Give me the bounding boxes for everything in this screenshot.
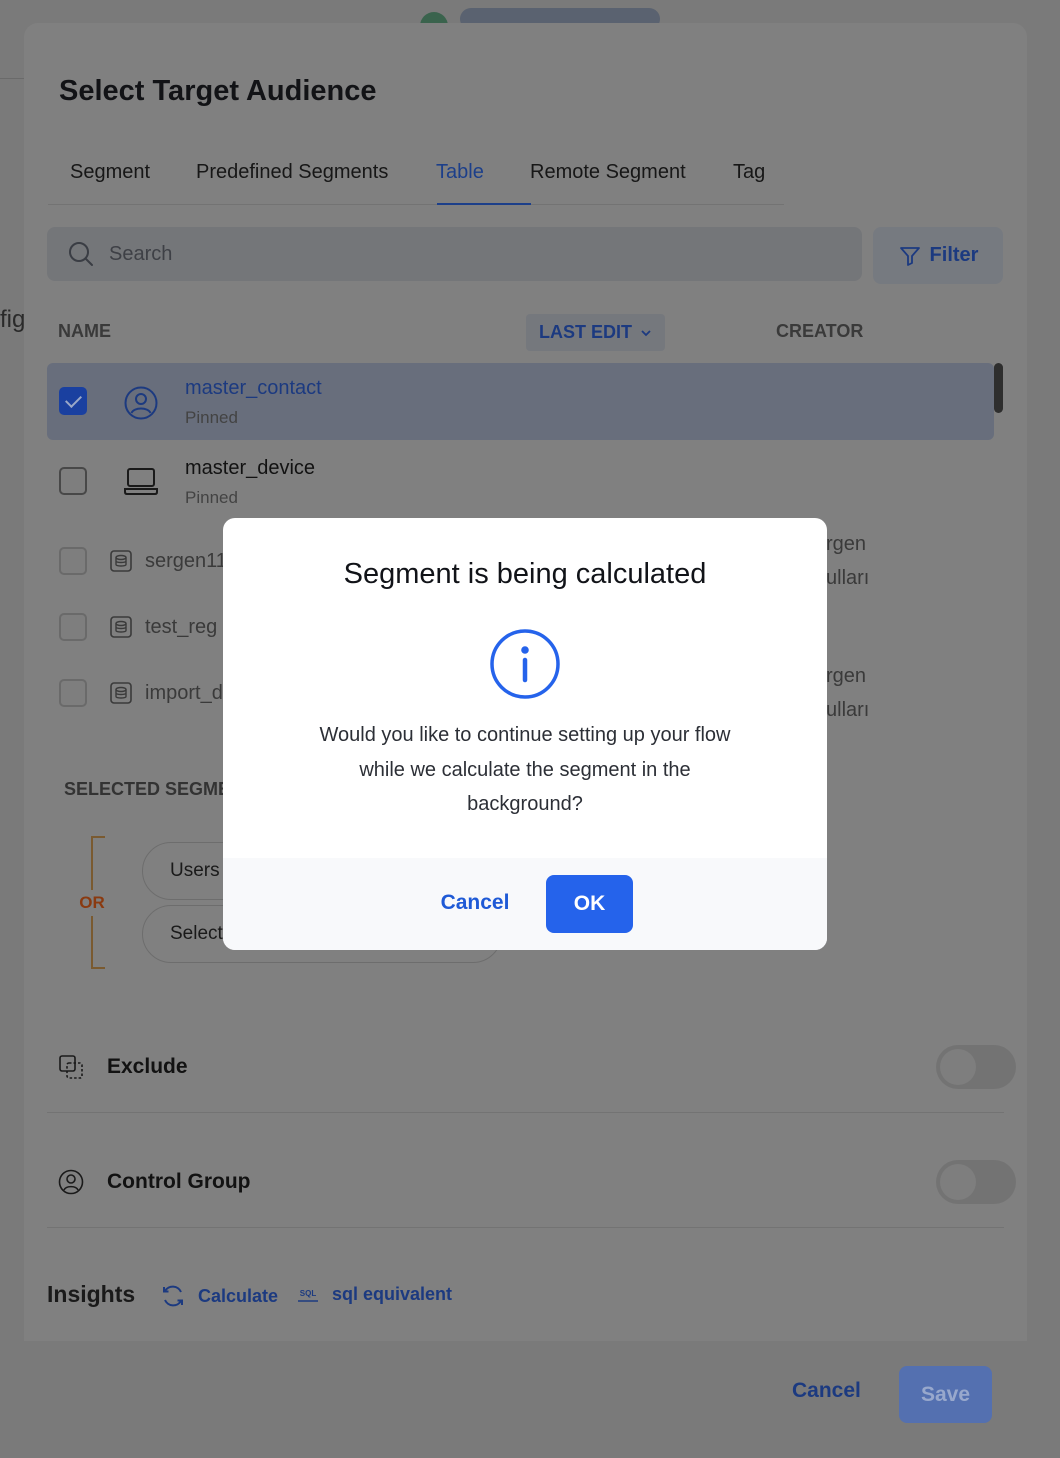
- control-group-row: Control Group: [47, 1138, 1016, 1228]
- funnel-icon: [899, 246, 920, 266]
- exclude-label: Exclude: [107, 1055, 188, 1078]
- selected-segments-heading: SELECTED SEGME: [64, 779, 231, 799]
- dialog-footer: [24, 1341, 1027, 1446]
- row-creator: rgen: [826, 665, 867, 687]
- modal-cancel-button[interactable]: Cancel: [431, 874, 519, 932]
- background-text-fragment: fig: [0, 306, 26, 333]
- tab-tag[interactable]: Tag: [733, 161, 765, 184]
- row-pinned-label: Pinned: [185, 488, 238, 507]
- modal-message: Would you like to continue setting up yo…: [319, 724, 731, 815]
- background-divider: [0, 78, 24, 79]
- control-group-label: Control Group: [107, 1170, 251, 1193]
- cancel-button[interactable]: Cancel: [792, 1379, 861, 1403]
- tab-bar: Segment Predefined Segments Table Remote…: [48, 153, 784, 205]
- tab-segment[interactable]: Segment: [70, 161, 150, 184]
- table-scrollbar[interactable]: [994, 363, 1003, 413]
- modal-title: Segment is being calculated: [343, 558, 707, 590]
- database-icon: [110, 682, 132, 704]
- row-pinned-label: Pinned: [185, 408, 238, 427]
- control-group-toggle[interactable]: [936, 1160, 1016, 1204]
- table-row[interactable]: master_device Pinned: [47, 443, 994, 520]
- refresh-icon: [163, 1285, 183, 1307]
- active-tab-indicator: [437, 203, 531, 205]
- laptop-icon: [124, 468, 158, 495]
- column-header-name[interactable]: NAME: [58, 321, 111, 342]
- calculate-link[interactable]: Calculate: [160, 1283, 278, 1309]
- dialog-title: Select Target Audience: [59, 75, 377, 107]
- sql-icon: SQL: [298, 1289, 318, 1302]
- filter-button[interactable]: Filter: [873, 227, 1003, 284]
- row-creator-line-2: ulları: [826, 567, 870, 589]
- search-icon: [69, 242, 93, 266]
- selected-segment-label: Select: [170, 923, 223, 944]
- sql-icon-text: SQL: [300, 1289, 317, 1298]
- row-name[interactable]: import_d: [145, 682, 223, 705]
- filter-label: Filter: [929, 244, 979, 266]
- modal-footer: [223, 858, 827, 950]
- or-operator[interactable]: OR: [74, 890, 110, 916]
- user-circle-icon: [124, 386, 158, 420]
- segment-calculating-modal: Segment is being calculated Would you li…: [223, 518, 827, 950]
- user-circle-icon: [58, 1169, 84, 1195]
- database-icon: [110, 550, 132, 572]
- row-name[interactable]: master_contact: [185, 377, 322, 400]
- calculate-label: Calculate: [198, 1285, 279, 1306]
- column-header-last-edit[interactable]: LAST EDIT: [526, 314, 665, 351]
- row-creator-line-2: ulları: [826, 699, 870, 721]
- tab-table[interactable]: Table: [436, 161, 484, 184]
- row-checkbox[interactable]: [59, 613, 87, 641]
- sql-equivalent-label: sql equivalent: [332, 1283, 453, 1304]
- info-icon: [490, 629, 560, 699]
- row-checkbox[interactable]: [59, 467, 87, 495]
- exclude-toggle[interactable]: [936, 1045, 1016, 1089]
- selected-segment-label: Users: [170, 860, 220, 881]
- search-input[interactable]: [109, 237, 809, 271]
- sql-equivalent-link[interactable]: SQL sql equivalent: [296, 1283, 452, 1305]
- row-creator: rgen: [826, 533, 867, 555]
- tab-predefined-segments[interactable]: Predefined Segments: [196, 161, 388, 184]
- save-button[interactable]: Save: [899, 1366, 992, 1423]
- modal-ok-button[interactable]: OK: [546, 875, 633, 933]
- search-field: [47, 227, 862, 281]
- last-edit-label: LAST EDIT: [539, 322, 632, 342]
- row-checkbox[interactable]: [59, 547, 87, 575]
- row-checkbox[interactable]: [59, 387, 87, 415]
- database-icon: [110, 616, 132, 638]
- insights-title: Insights: [47, 1281, 136, 1307]
- row-checkbox[interactable]: [59, 679, 87, 707]
- exclude-row: Exclude: [47, 1023, 1016, 1113]
- table-row[interactable]: master_contact Pinned: [47, 363, 994, 440]
- column-header-creator[interactable]: CREATOR: [776, 321, 863, 342]
- row-name[interactable]: test_reg: [145, 616, 217, 639]
- exclude-icon: [59, 1055, 83, 1079]
- tab-remote-segment[interactable]: Remote Segment: [530, 161, 686, 184]
- row-name[interactable]: master_device: [185, 457, 315, 480]
- chevron-down-icon: [641, 329, 651, 336]
- row-name[interactable]: sergen11: [145, 550, 227, 573]
